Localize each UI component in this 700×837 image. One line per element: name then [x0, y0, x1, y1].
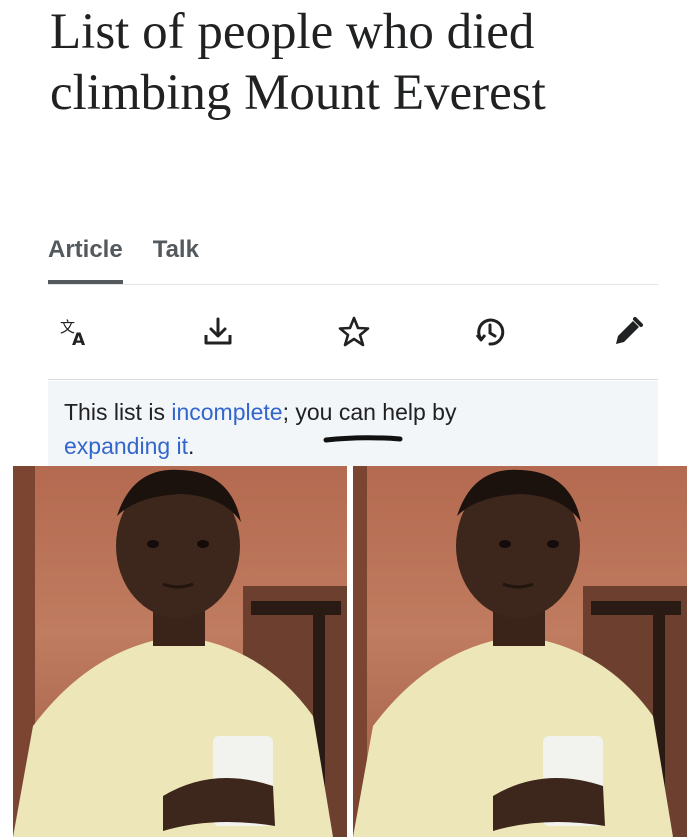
meme-panel-left	[13, 466, 347, 837]
expanding-link[interactable]: expanding it	[64, 433, 188, 459]
svg-text:A: A	[72, 330, 86, 349]
language-button[interactable]: 文 A	[54, 310, 98, 354]
meme-panel-right	[353, 466, 687, 837]
watch-button[interactable]	[332, 310, 376, 354]
hand-drawn-underline	[323, 435, 403, 443]
download-icon	[204, 317, 232, 345]
notice-text-after: .	[188, 433, 195, 459]
tab-talk[interactable]: Talk	[153, 232, 199, 276]
incomplete-link[interactable]: incomplete	[171, 399, 282, 425]
incomplete-list-notice: This list is incomplete; you can help by…	[48, 381, 658, 466]
tabs-divider	[48, 284, 658, 285]
page-title: List of people who died climbing Mount E…	[50, 4, 546, 121]
meme-image	[13, 466, 687, 837]
history-button[interactable]	[468, 310, 512, 354]
notice-text: This list is incomplete; you can help by…	[64, 395, 624, 463]
page-tabs: Article Talk	[48, 232, 199, 284]
toolbar-divider	[48, 379, 658, 380]
history-icon	[475, 318, 505, 346]
notice-text-before: This list is	[64, 399, 172, 425]
edit-pencil-icon	[616, 317, 643, 344]
star-icon	[338, 316, 370, 347]
boy-photo-looking-away	[353, 466, 687, 837]
notice-text-middle: ; you can help by	[282, 399, 457, 425]
edit-button[interactable]	[606, 310, 650, 354]
boy-photo	[13, 466, 347, 837]
page-actions-toolbar: 文 A	[48, 306, 658, 358]
language-icon: 文 A	[60, 318, 86, 349]
download-button[interactable]	[196, 310, 240, 354]
tab-article[interactable]: Article	[48, 232, 123, 284]
